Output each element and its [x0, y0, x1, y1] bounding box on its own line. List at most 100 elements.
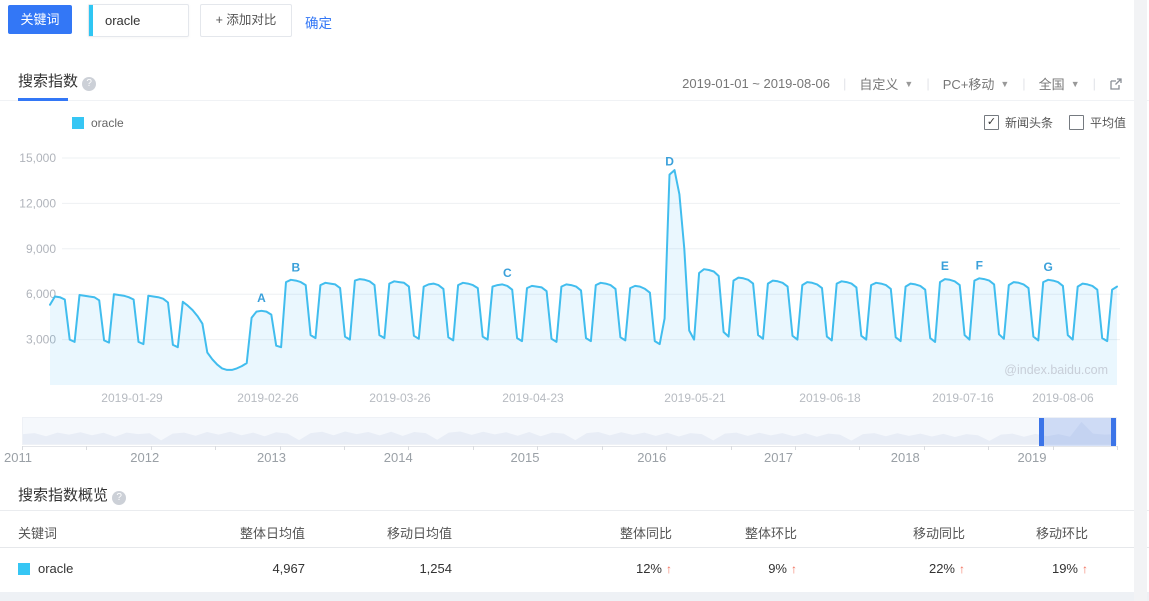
y-axis-label: 12,000	[19, 196, 56, 210]
help-icon[interactable]: ?	[112, 491, 126, 505]
up-arrow-icon: ↑	[959, 562, 965, 576]
keyword-button[interactable]: 关键词	[8, 5, 72, 34]
device-dropdown[interactable]: PC+移动 ▼	[943, 74, 1010, 93]
chevron-down-icon: ▼	[1071, 79, 1080, 89]
timeline-tick	[859, 446, 860, 450]
table-cell-1: 4,967	[272, 561, 305, 576]
year-label-2014: 2014	[384, 450, 413, 465]
add-compare-button[interactable]: + 添加对比	[200, 4, 292, 37]
keyword-input[interactable]	[93, 13, 185, 28]
keyword-input-wrap	[88, 4, 189, 37]
timeline-tick	[1053, 446, 1054, 450]
y-axis-label: 6,000	[26, 287, 56, 301]
selection-right-handle[interactable]	[1111, 418, 1116, 446]
timeline-slider-track[interactable]	[22, 417, 1117, 445]
separator: |	[1093, 76, 1096, 91]
timeline-tick	[344, 446, 345, 450]
date-range[interactable]: 2019-01-01 ~ 2019-08-06	[682, 76, 830, 91]
year-label-2015: 2015	[511, 450, 540, 465]
table-header-6: 移动环比	[1036, 523, 1088, 542]
timeline-selection[interactable]	[1039, 418, 1116, 446]
table-header-0: 关键词	[18, 523, 57, 542]
selection-left-handle[interactable]	[1039, 418, 1044, 446]
chevron-down-icon: ▼	[1000, 79, 1009, 89]
news-checkbox-label[interactable]: 新闻头条	[1005, 114, 1053, 131]
timeline-tick	[731, 446, 732, 450]
separator: |	[843, 76, 846, 91]
table-cell-6: 19%↑	[1052, 561, 1088, 576]
header-divider	[0, 100, 1149, 101]
separator: |	[926, 76, 929, 91]
region-dropdown[interactable]: 全国 ▼	[1039, 74, 1080, 93]
watermark: @index.baidu.com	[1004, 363, 1108, 377]
help-icon[interactable]: ?	[82, 77, 96, 91]
timeline-tick	[215, 446, 216, 450]
timeline-tick	[537, 446, 538, 450]
x-axis-label: 2019-05-21	[664, 391, 726, 405]
timeline-tick	[280, 446, 281, 450]
external-link-icon[interactable]	[1109, 77, 1123, 91]
timeline-tick	[924, 446, 925, 450]
news-marker-C[interactable]: C	[503, 266, 512, 280]
x-axis-label: 2019-07-16	[932, 391, 994, 405]
series-legend[interactable]: oracle	[72, 116, 124, 130]
timeline-tick	[22, 446, 23, 450]
news-marker-D[interactable]: D	[665, 155, 674, 169]
x-axis-label: 2019-01-29	[101, 391, 163, 405]
average-checkbox-label[interactable]: 平均值	[1090, 114, 1126, 131]
news-marker-G[interactable]: G	[1043, 260, 1052, 274]
timeline-tick	[408, 446, 409, 450]
active-tab-underline	[18, 98, 68, 101]
year-label-2019: 2019	[1018, 450, 1047, 465]
table-header-5: 移动同比	[913, 523, 965, 542]
panel-title-text: 搜索指数	[18, 73, 78, 90]
timeline-tick	[666, 446, 667, 450]
range-mode-label: 自定义	[859, 74, 898, 93]
news-marker-B[interactable]: B	[292, 261, 301, 275]
timeline-tick	[988, 446, 989, 450]
news-checkbox[interactable]: ✓	[984, 115, 999, 130]
table-cell-4: 9%↑	[768, 561, 797, 576]
keyword-text: oracle	[38, 561, 73, 576]
year-label-2011: 2011	[4, 450, 32, 465]
confirm-link[interactable]: 确定	[305, 12, 332, 32]
legend-label: oracle	[91, 116, 124, 130]
news-marker-E[interactable]: E	[941, 259, 949, 273]
timeline-tick	[86, 446, 87, 450]
x-axis-label: 2019-04-23	[502, 391, 564, 405]
legend-swatch	[72, 117, 84, 129]
range-mode-dropdown[interactable]: 自定义 ▼	[859, 74, 913, 93]
year-label-2018: 2018	[891, 450, 920, 465]
timeline-tick	[473, 446, 474, 450]
overview-title-text: 搜索指数概览	[18, 487, 108, 504]
average-checkbox[interactable]	[1069, 115, 1084, 130]
table-header-divider	[0, 547, 1149, 548]
keyword-swatch	[18, 563, 30, 575]
table-cell-keyword[interactable]: oracle	[18, 561, 73, 576]
overview-divider	[0, 510, 1149, 511]
series-area	[50, 170, 1117, 385]
table-header-2: 移动日均值	[387, 523, 452, 542]
x-axis-label: 2019-06-18	[799, 391, 861, 405]
year-label-2017: 2017	[764, 450, 793, 465]
timeline-mini-chart	[23, 418, 1116, 444]
up-arrow-icon: ↑	[791, 562, 797, 576]
timeline-tick	[795, 446, 796, 450]
year-label-2013: 2013	[257, 450, 286, 465]
news-marker-F[interactable]: F	[976, 258, 983, 272]
timeline-tick	[602, 446, 603, 450]
vertical-scrollbar[interactable]	[1134, 0, 1147, 601]
timeline-tick	[151, 446, 152, 450]
news-marker-A[interactable]: A	[257, 291, 266, 305]
table-header-4: 整体环比	[745, 523, 797, 542]
timeline-axis	[22, 446, 1117, 447]
mini-series-area	[23, 422, 1116, 444]
up-arrow-icon: ↑	[666, 562, 672, 576]
panel-title: 搜索指数 ?	[18, 70, 96, 91]
chevron-down-icon: ▼	[904, 79, 913, 89]
table-cell-5: 22%↑	[929, 561, 965, 576]
search-index-chart[interactable]: 15,00012,0009,0006,0003,000ABCDEFG2019-0…	[0, 140, 1149, 415]
chart-options: ✓ 新闻头条 平均值	[984, 114, 1142, 131]
timeline-tick	[1117, 446, 1118, 450]
table-cell-2: 1,254	[419, 561, 452, 576]
